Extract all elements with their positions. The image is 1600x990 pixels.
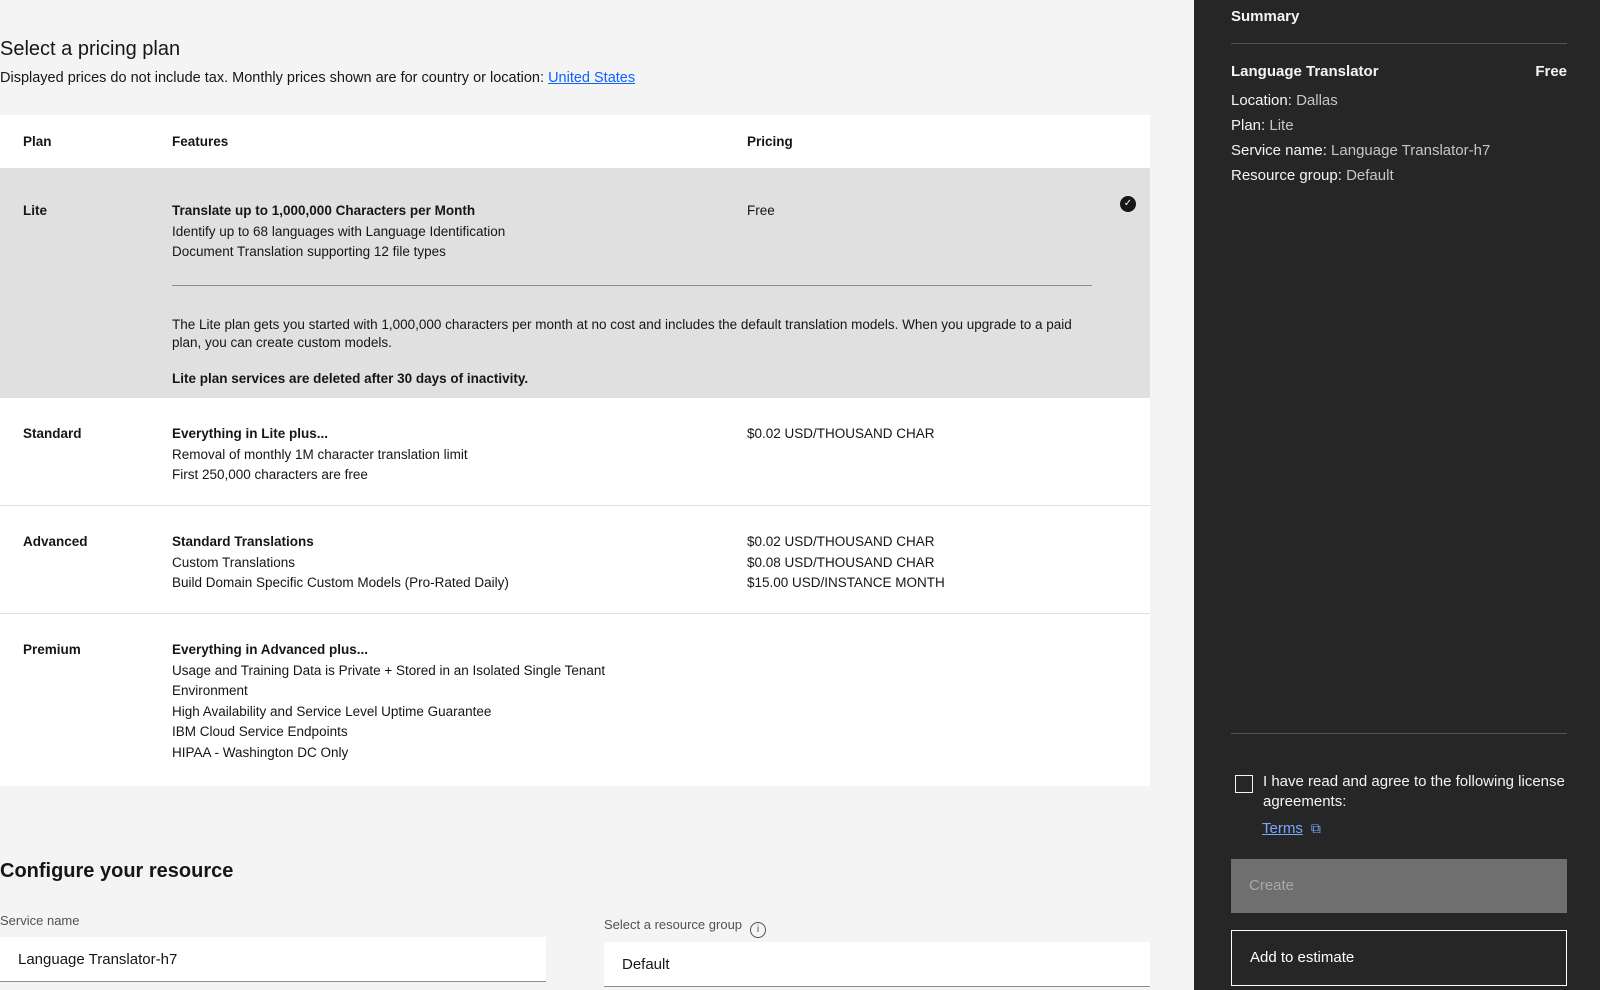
service-name-input[interactable] — [0, 937, 546, 982]
summary-divider-bottom — [1231, 733, 1567, 734]
agree-text: I have read and agree to the following l… — [1263, 773, 1565, 810]
resource-group-select[interactable]: Default — [604, 942, 1150, 987]
header-pricing: Pricing — [747, 134, 793, 149]
pricing-subtitle: Displayed prices do not include tax. Mon… — [0, 70, 635, 86]
feature-item: HIPAA - Washington DC Only — [172, 744, 349, 760]
plan-name: Premium — [23, 642, 81, 657]
feature-item: Custom Translations — [172, 554, 296, 570]
configure-title: Configure your resource — [0, 860, 234, 882]
summary-resource-group: Resource group: Default — [1231, 167, 1394, 184]
price-item: $0.02 USD/THOUSAND CHAR — [747, 534, 935, 549]
summary-location: Location: Dallas — [1231, 92, 1338, 109]
feature-item: Build Domain Specific Custom Models (Pro… — [172, 575, 509, 590]
plan-features: Translate up to 1,000,000 Characters per… — [172, 201, 1092, 388]
service-name-key: Service name: — [1231, 142, 1327, 159]
resource-group-key: Resource group: — [1231, 167, 1342, 184]
features-head: Standard Translations — [172, 534, 314, 549]
row-divider — [172, 284, 1092, 286]
plan-features: Everything in Lite plus... Removal of mo… — [172, 424, 1092, 486]
external-link-icon: ⧉ — [1310, 820, 1321, 836]
add-to-estimate-button[interactable]: Add to estimate — [1231, 930, 1567, 986]
plan-row-premium[interactable]: Premium Everything in Advanced plus... U… — [0, 614, 1150, 786]
create-button[interactable]: Create — [1231, 859, 1567, 913]
plan-key: Plan: — [1231, 117, 1266, 134]
plan-description: The Lite plan gets you started with 1,00… — [172, 316, 1072, 350]
info-icon[interactable]: i — [750, 922, 767, 938]
location-link[interactable]: United States — [548, 70, 635, 86]
header-plan: Plan — [23, 134, 52, 149]
plan-pricing: $0.02 USD/THOUSAND CHAR $0.08 USD/THOUSA… — [747, 532, 945, 594]
plan-pricing: Free — [747, 203, 775, 218]
plan-row-lite[interactable]: Lite Translate up to 1,000,000 Character… — [0, 169, 1150, 398]
checkmark-icon: ✓ — [1120, 196, 1136, 212]
summary-plan: Plan: Lite — [1231, 117, 1294, 134]
summary-divider — [1231, 43, 1567, 44]
agree-checkbox[interactable] — [1235, 775, 1253, 793]
location-value: Dallas — [1296, 92, 1338, 109]
feature-item: Removal of monthly 1M character translat… — [172, 446, 468, 462]
plan-name: Standard — [23, 426, 82, 441]
page-title: Select a pricing plan — [0, 38, 181, 60]
location-key: Location: — [1231, 92, 1292, 109]
table-header: Plan Features Pricing — [0, 115, 1150, 169]
feature-item: Document Translation supporting 12 file … — [172, 244, 446, 259]
features-head: Translate up to 1,000,000 Characters per… — [172, 203, 476, 218]
resource-group-label: Select a resource group — [604, 917, 743, 932]
plan-name: Advanced — [23, 534, 88, 549]
summary-service-name: Service name: Language Translator-h7 — [1231, 142, 1490, 159]
plan-features: Standard Translations Custom Translation… — [172, 532, 1092, 594]
header-features: Features — [172, 134, 229, 149]
plan-note: Lite plan services are deleted after 30 … — [172, 370, 529, 386]
feature-item: High Availability and Service Level Upti… — [172, 703, 492, 719]
pricing-table: Plan Features Pricing Lite Translate up … — [0, 115, 1150, 786]
summary-service-row: Language Translator Free — [1231, 63, 1567, 80]
terms-label: Terms — [1262, 820, 1303, 837]
features-head: Everything in Lite plus... — [172, 426, 329, 441]
plan-pricing: $0.02 USD/THOUSAND CHAR — [747, 426, 935, 441]
price-item: $0.08 USD/THOUSAND CHAR — [747, 554, 935, 570]
resource-group-value: Default — [1346, 167, 1394, 184]
plan-value: Lite — [1269, 117, 1294, 134]
feature-item: Identify up to 68 languages with Languag… — [172, 223, 506, 239]
feature-item: Environment — [172, 683, 248, 698]
service-name-label: Service name — [0, 913, 80, 928]
feature-item: IBM Cloud Service Endpoints — [172, 724, 348, 739]
summary-service-name: Language Translator — [1231, 63, 1379, 80]
feature-item: First 250,000 characters are free — [172, 467, 368, 482]
resource-group-label-wrap: Select a resource group i — [604, 917, 767, 938]
summary-service-price: Free — [1535, 63, 1567, 80]
summary-title: Summary — [1231, 8, 1300, 25]
features-head: Everything in Advanced plus... — [172, 642, 369, 657]
feature-item: Usage and Training Data is Private + Sto… — [172, 662, 606, 678]
plan-name: Lite — [23, 203, 48, 218]
plan-row-standard[interactable]: Standard Everything in Lite plus... Remo… — [0, 398, 1150, 506]
main-content: Select a pricing plan Displayed prices d… — [0, 0, 1150, 990]
summary-sidebar: Summary Language Translator Free Locatio… — [1194, 0, 1600, 990]
subtitle-text: Displayed prices do not include tax. Mon… — [0, 70, 549, 86]
price-item: $15.00 USD/INSTANCE MONTH — [747, 575, 945, 590]
plan-features: Everything in Advanced plus... Usage and… — [172, 640, 1092, 763]
license-agreement: I have read and agree to the following l… — [1235, 772, 1565, 812]
terms-link[interactable]: Terms ⧉ — [1262, 820, 1321, 837]
plan-row-advanced[interactable]: Advanced Standard Translations Custom Tr… — [0, 506, 1150, 614]
service-name-value: Language Translator-h7 — [1331, 142, 1491, 159]
